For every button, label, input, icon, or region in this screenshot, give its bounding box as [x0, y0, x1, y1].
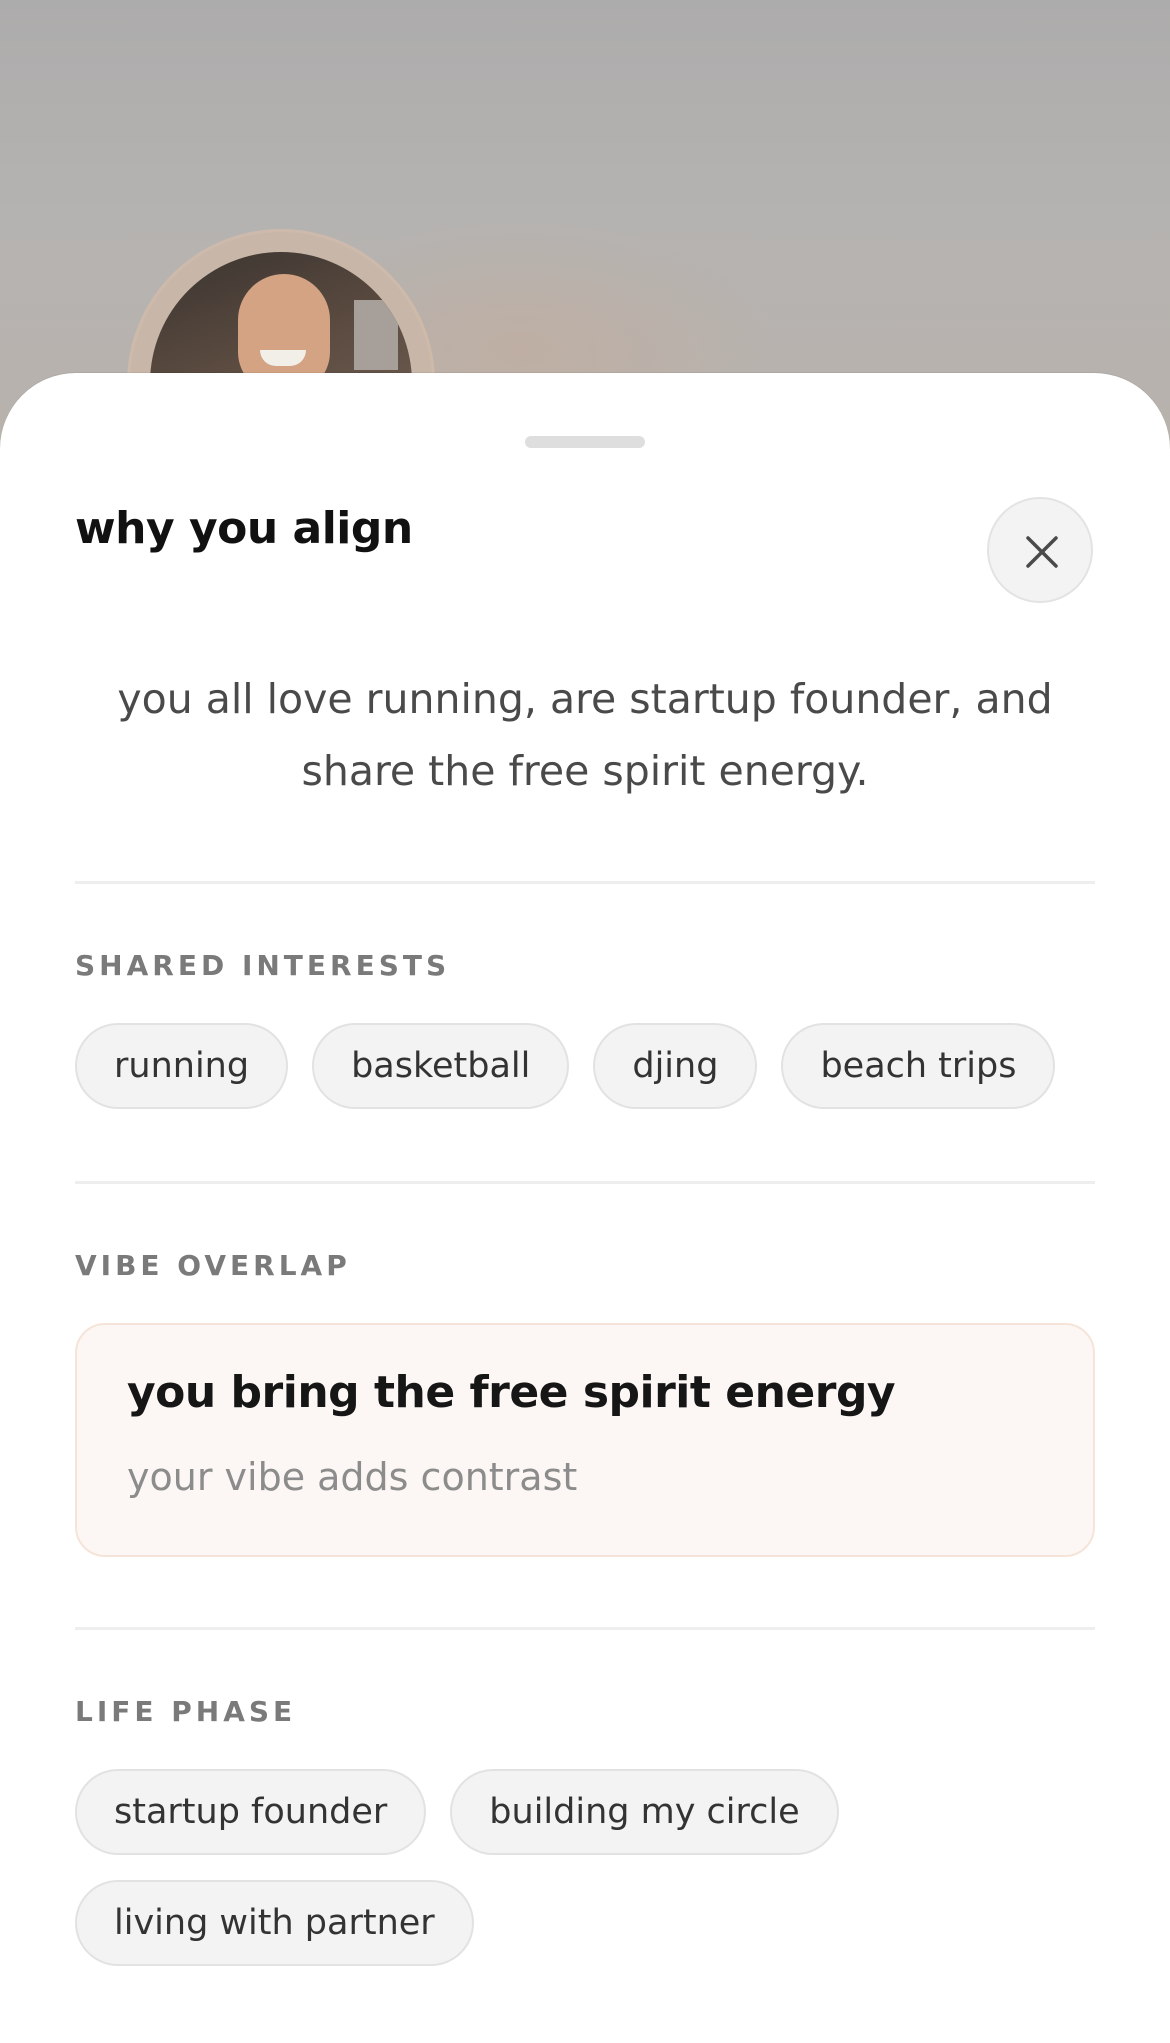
vibe-overlap-subtitle: your vibe adds contrast — [127, 1455, 578, 1499]
why-you-align-sheet: why you align you all love running, are … — [0, 373, 1170, 2043]
sheet-title: why you align — [75, 503, 413, 554]
life-phase-chip[interactable]: living with partner — [75, 1880, 474, 1966]
vibe-overlap-label: VIBE OVERLAP — [75, 1249, 351, 1282]
interest-chip[interactable]: beach trips — [781, 1023, 1056, 1109]
close-button[interactable] — [987, 497, 1093, 603]
alignment-summary: you all love running, are startup founde… — [117, 675, 1053, 795]
interest-chip[interactable]: running — [75, 1023, 289, 1109]
avatar-background — [354, 300, 398, 370]
life-phase-chips-row-2: living with partner — [75, 1880, 474, 1966]
shared-interests-label: SHARED INTERESTS — [75, 949, 451, 982]
interest-chip[interactable]: djing — [593, 1023, 758, 1109]
divider — [75, 1627, 1095, 1630]
divider — [75, 881, 1095, 884]
vibe-overlap-card: you bring the free spirit energy your vi… — [75, 1323, 1095, 1557]
life-phase-chips-row-1: startup founder building my circle — [75, 1769, 839, 1855]
life-phase-chip[interactable]: building my circle — [450, 1769, 839, 1855]
life-phase-chip[interactable]: startup founder — [75, 1769, 427, 1855]
shared-interests-chips: running basketball djing beach trips — [75, 1023, 1056, 1109]
divider — [75, 1181, 1095, 1184]
interest-chip[interactable]: basketball — [312, 1023, 570, 1109]
life-phase-label: LIFE PHASE — [75, 1695, 297, 1728]
close-icon — [1026, 536, 1058, 568]
sheet-grabber[interactable] — [525, 436, 645, 448]
vibe-overlap-title: you bring the free spirit energy — [127, 1367, 896, 1418]
